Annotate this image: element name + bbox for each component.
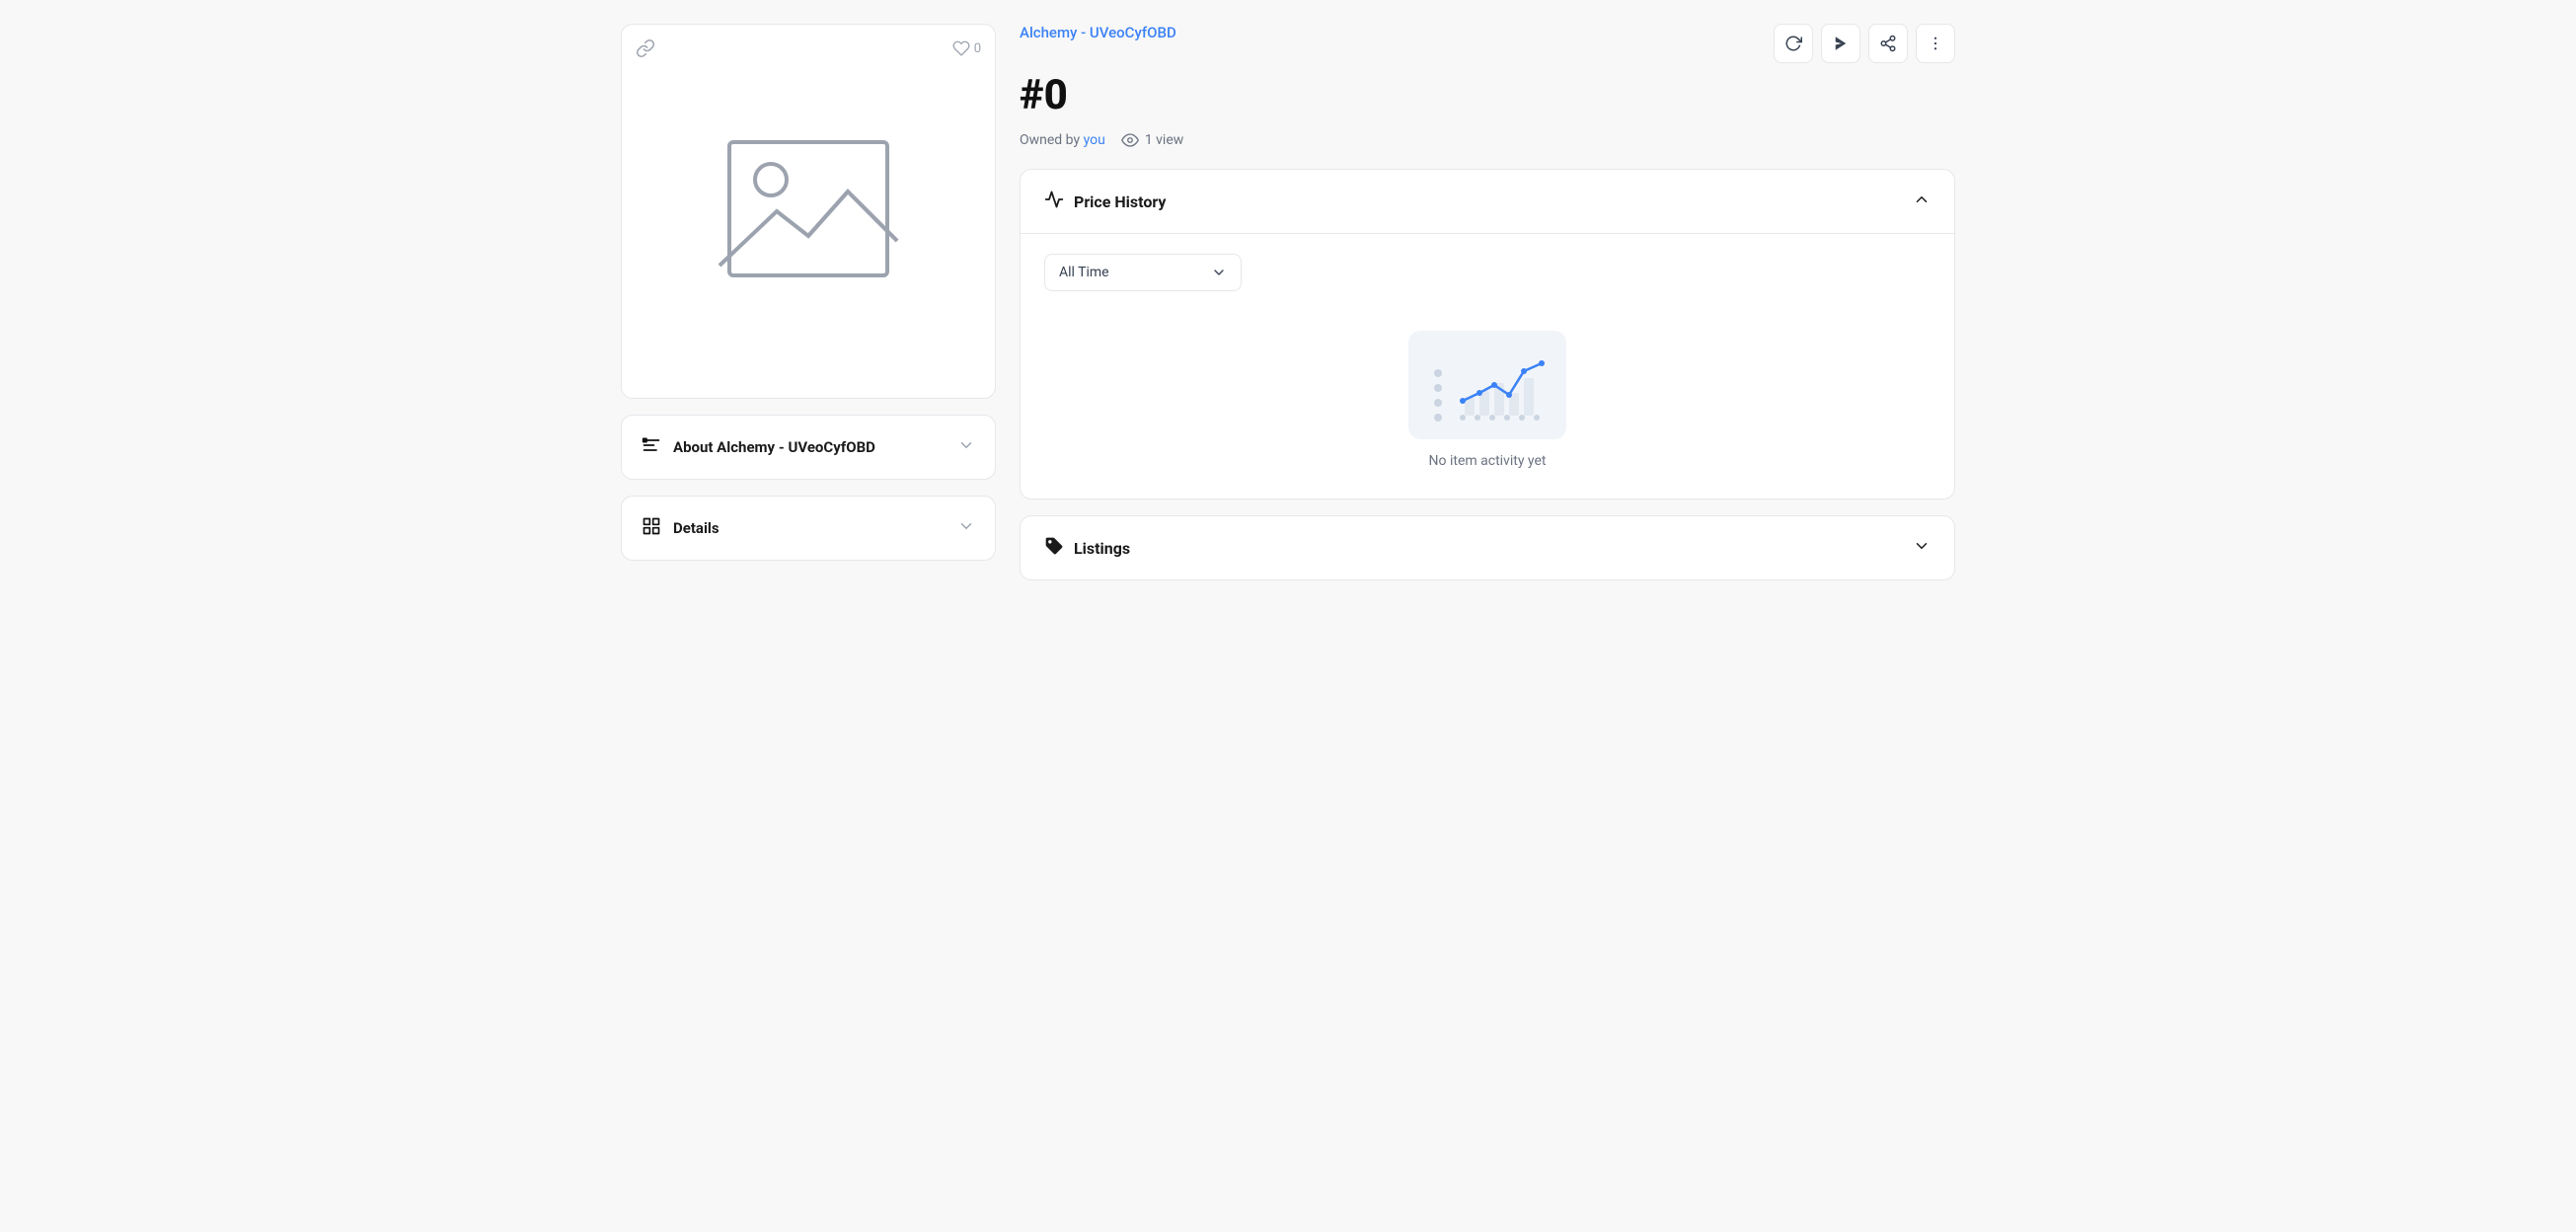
refresh-button[interactable]: [1774, 24, 1813, 63]
chart-placeholder: [1408, 331, 1566, 439]
about-icon: [642, 435, 661, 459]
header-actions: [1774, 24, 1955, 63]
collection-title-link[interactable]: Alchemy - UVeoCyfOBD: [1020, 24, 1176, 41]
time-filter-select[interactable]: All Time: [1044, 254, 1242, 291]
about-section[interactable]: About Alchemy - UVeoCyfOBD: [621, 415, 996, 480]
price-history-chevron-icon: [1913, 191, 1931, 212]
listings-section: Listings: [1020, 515, 1955, 580]
listings-title: Listings: [1074, 539, 1130, 558]
owned-by-text: Owned by you: [1020, 132, 1105, 148]
about-label: About Alchemy - UVeoCyfOBD: [673, 438, 875, 456]
price-history-section: Price History All Time: [1020, 169, 1955, 500]
more-options-button[interactable]: [1916, 24, 1955, 63]
heart-button[interactable]: 0: [952, 39, 981, 57]
item-number: #0: [1020, 71, 1955, 119]
no-activity-text: No item activity yet: [1429, 453, 1547, 469]
price-history-title: Price History: [1074, 192, 1166, 211]
views-area: 1 view: [1121, 131, 1183, 149]
share-button[interactable]: [1868, 24, 1908, 63]
listings-icon: [1044, 536, 1064, 560]
nft-image-card: 0: [621, 24, 996, 399]
eye-icon: [1121, 131, 1139, 149]
details-icon: [642, 516, 661, 540]
hearts-count: 0: [974, 41, 981, 56]
owner-link[interactable]: you: [1084, 132, 1105, 148]
link-icon[interactable]: [636, 38, 655, 58]
nft-placeholder-image: [710, 132, 907, 290]
right-column: Alchemy - UVeoCyfOBD: [1020, 24, 1955, 596]
listings-header[interactable]: Listings: [1021, 516, 1954, 579]
time-filter-chevron-icon: [1211, 265, 1227, 280]
price-history-body: All Time: [1021, 234, 1954, 499]
views-count: 1 view: [1145, 132, 1183, 148]
left-column: 0: [621, 24, 996, 596]
about-chevron-icon: [957, 436, 975, 458]
price-history-header[interactable]: Price History: [1021, 170, 1954, 233]
price-history-icon: [1044, 190, 1064, 213]
item-header: Alchemy - UVeoCyfOBD: [1020, 24, 1955, 63]
details-label: Details: [673, 519, 720, 537]
details-section[interactable]: Details: [621, 496, 996, 561]
ownership-row: Owned by you 1 view: [1020, 131, 1955, 149]
time-filter-value: All Time: [1059, 265, 1109, 280]
listings-chevron-icon: [1913, 537, 1931, 559]
send-button[interactable]: [1821, 24, 1860, 63]
no-activity-area: No item activity yet: [1044, 311, 1931, 479]
details-chevron-icon: [957, 517, 975, 539]
